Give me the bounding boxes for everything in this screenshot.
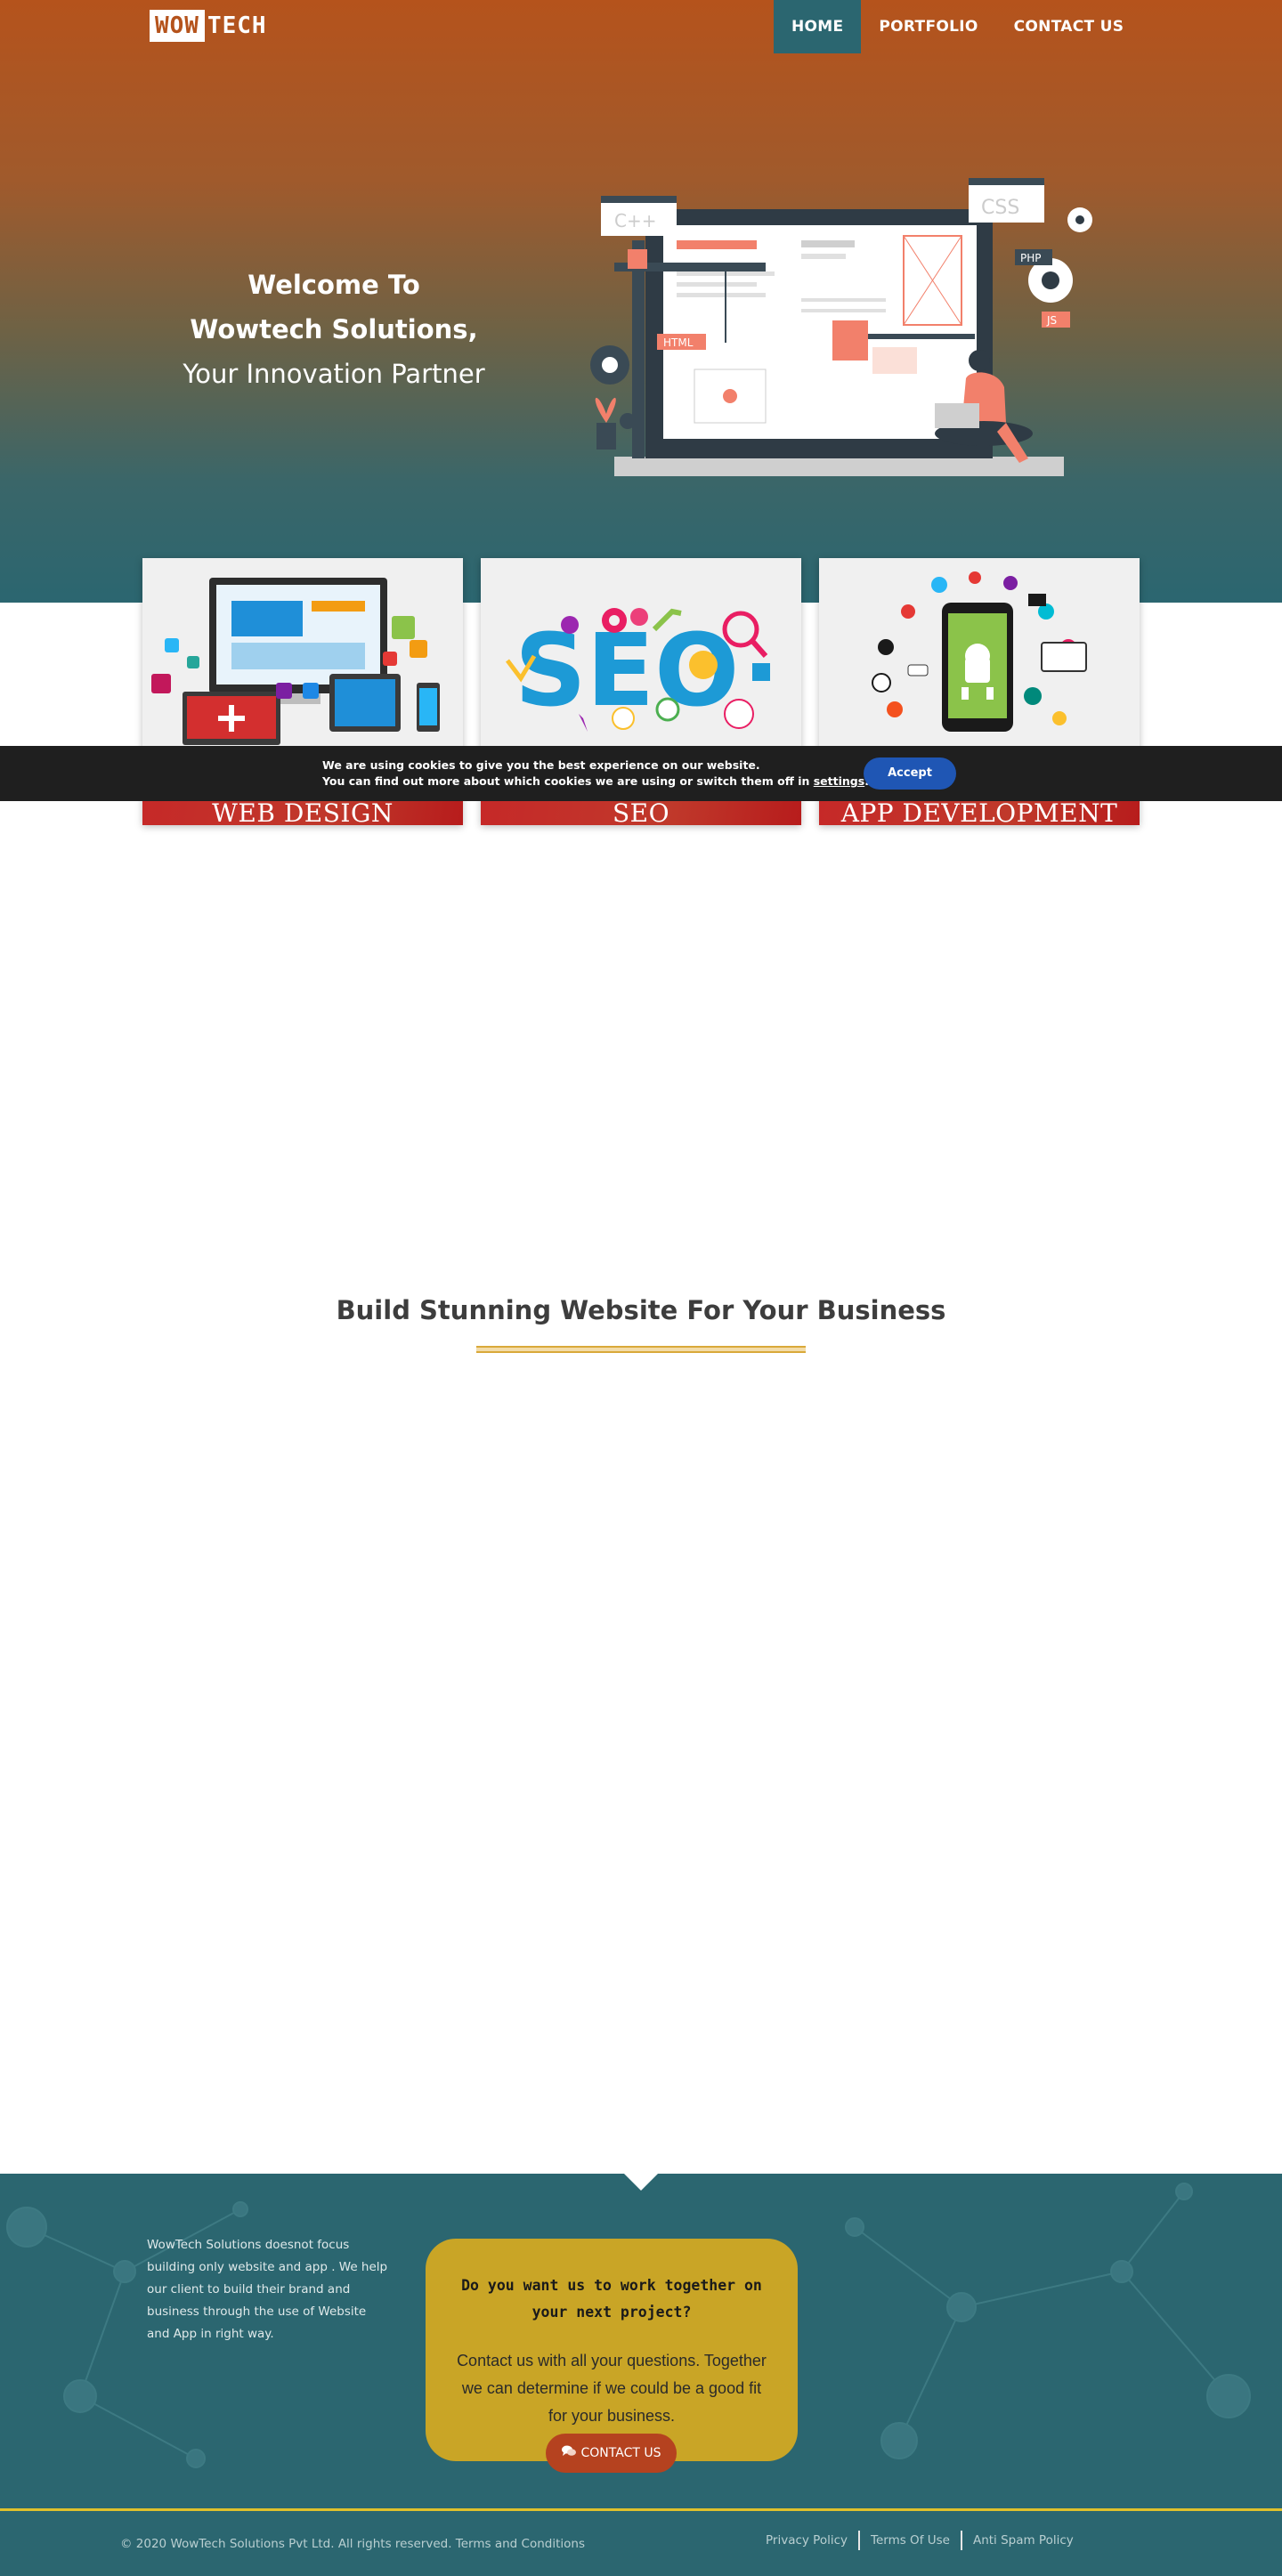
web-design-illustration — [151, 578, 440, 745]
logo-box-text: WOW — [150, 10, 205, 42]
anti-spam-policy-link[interactable]: Anti Spam Policy — [962, 2531, 1084, 2550]
tag-cpp: C++ — [614, 210, 656, 231]
nav-portfolio[interactable]: PORTFOLIO — [861, 0, 995, 53]
footer-notch — [623, 2174, 659, 2191]
footer-contact-button[interactable]: CONTACT US — [546, 2434, 677, 2473]
privacy-policy-link[interactable]: Privacy Policy — [766, 2531, 858, 2550]
callout-description: Contact us with all your questions. Toge… — [457, 2352, 767, 2425]
cookie-line-2: You can find out more about which cookie… — [322, 774, 869, 790]
terms-of-use-link[interactable]: Terms Of Use — [860, 2531, 961, 2550]
bottom-bar: © 2020 WowTech Solutions Pvt Ltd. All ri… — [0, 2511, 1282, 2576]
hero-line-1: Welcome To — [247, 270, 420, 300]
logo-rest-text: TECH — [207, 12, 267, 39]
chat-bubbles-icon — [561, 2434, 576, 2473]
footer-contact-label: CONTACT US — [580, 2446, 661, 2460]
tag-php: PHP — [1020, 252, 1042, 264]
tag-css: CSS — [981, 197, 1019, 219]
hero-section: WOW TECH HOME PORTFOLIO CONTACT US Welco… — [0, 0, 1282, 603]
main-nav: HOME PORTFOLIO CONTACT US — [774, 0, 1141, 53]
callout-question: Do you want us to work together on your … — [461, 2277, 762, 2321]
cookie-settings-link[interactable]: settings — [814, 774, 864, 788]
seo-illustration: SEO — [506, 608, 770, 732]
app-development-illustration — [872, 571, 1087, 732]
section-title-underline — [476, 1346, 806, 1353]
cookie-notice-bar: We are using cookies to give you the bes… — [0, 746, 1282, 801]
section-title: Build Stunning Website For Your Business — [336, 1295, 946, 1325]
project-callout: Do you want us to work together on your … — [426, 2239, 798, 2461]
footer-about-text: WowTech Solutions doesnot focus building… — [147, 2238, 388, 2341]
footer: WowTech Solutions doesnot focus building… — [0, 2174, 1282, 2510]
legal-links: Privacy Policy Terms Of Use Anti Spam Po… — [766, 2531, 1084, 2550]
cookie-line-1: We are using cookies to give you the bes… — [322, 758, 760, 772]
nav-contact-us[interactable]: CONTACT US — [996, 0, 1142, 53]
cookie-message: We are using cookies to give you the bes… — [322, 757, 869, 790]
hero-illustration: C++ CSS PHP HTML JS — [590, 178, 1092, 476]
tag-js: JS — [1046, 314, 1057, 327]
logo[interactable]: WOW TECH — [150, 9, 267, 43]
tag-html: HTML — [663, 336, 694, 349]
hero-line-3: Your Innovation Partner — [183, 359, 485, 389]
nav-home[interactable]: HOME — [774, 0, 862, 53]
cookie-line-2-text: You can find out more about which cookie… — [322, 774, 814, 788]
hero-welcome: Welcome To Wowtech Solutions, Your Innov… — [134, 263, 534, 396]
copyright-text: © 2020 WowTech Solutions Pvt Ltd. All ri… — [120, 2537, 585, 2551]
cookie-accept-button[interactable]: Accept — [864, 757, 956, 790]
hero-line-2: Wowtech Solutions, — [190, 314, 478, 344]
